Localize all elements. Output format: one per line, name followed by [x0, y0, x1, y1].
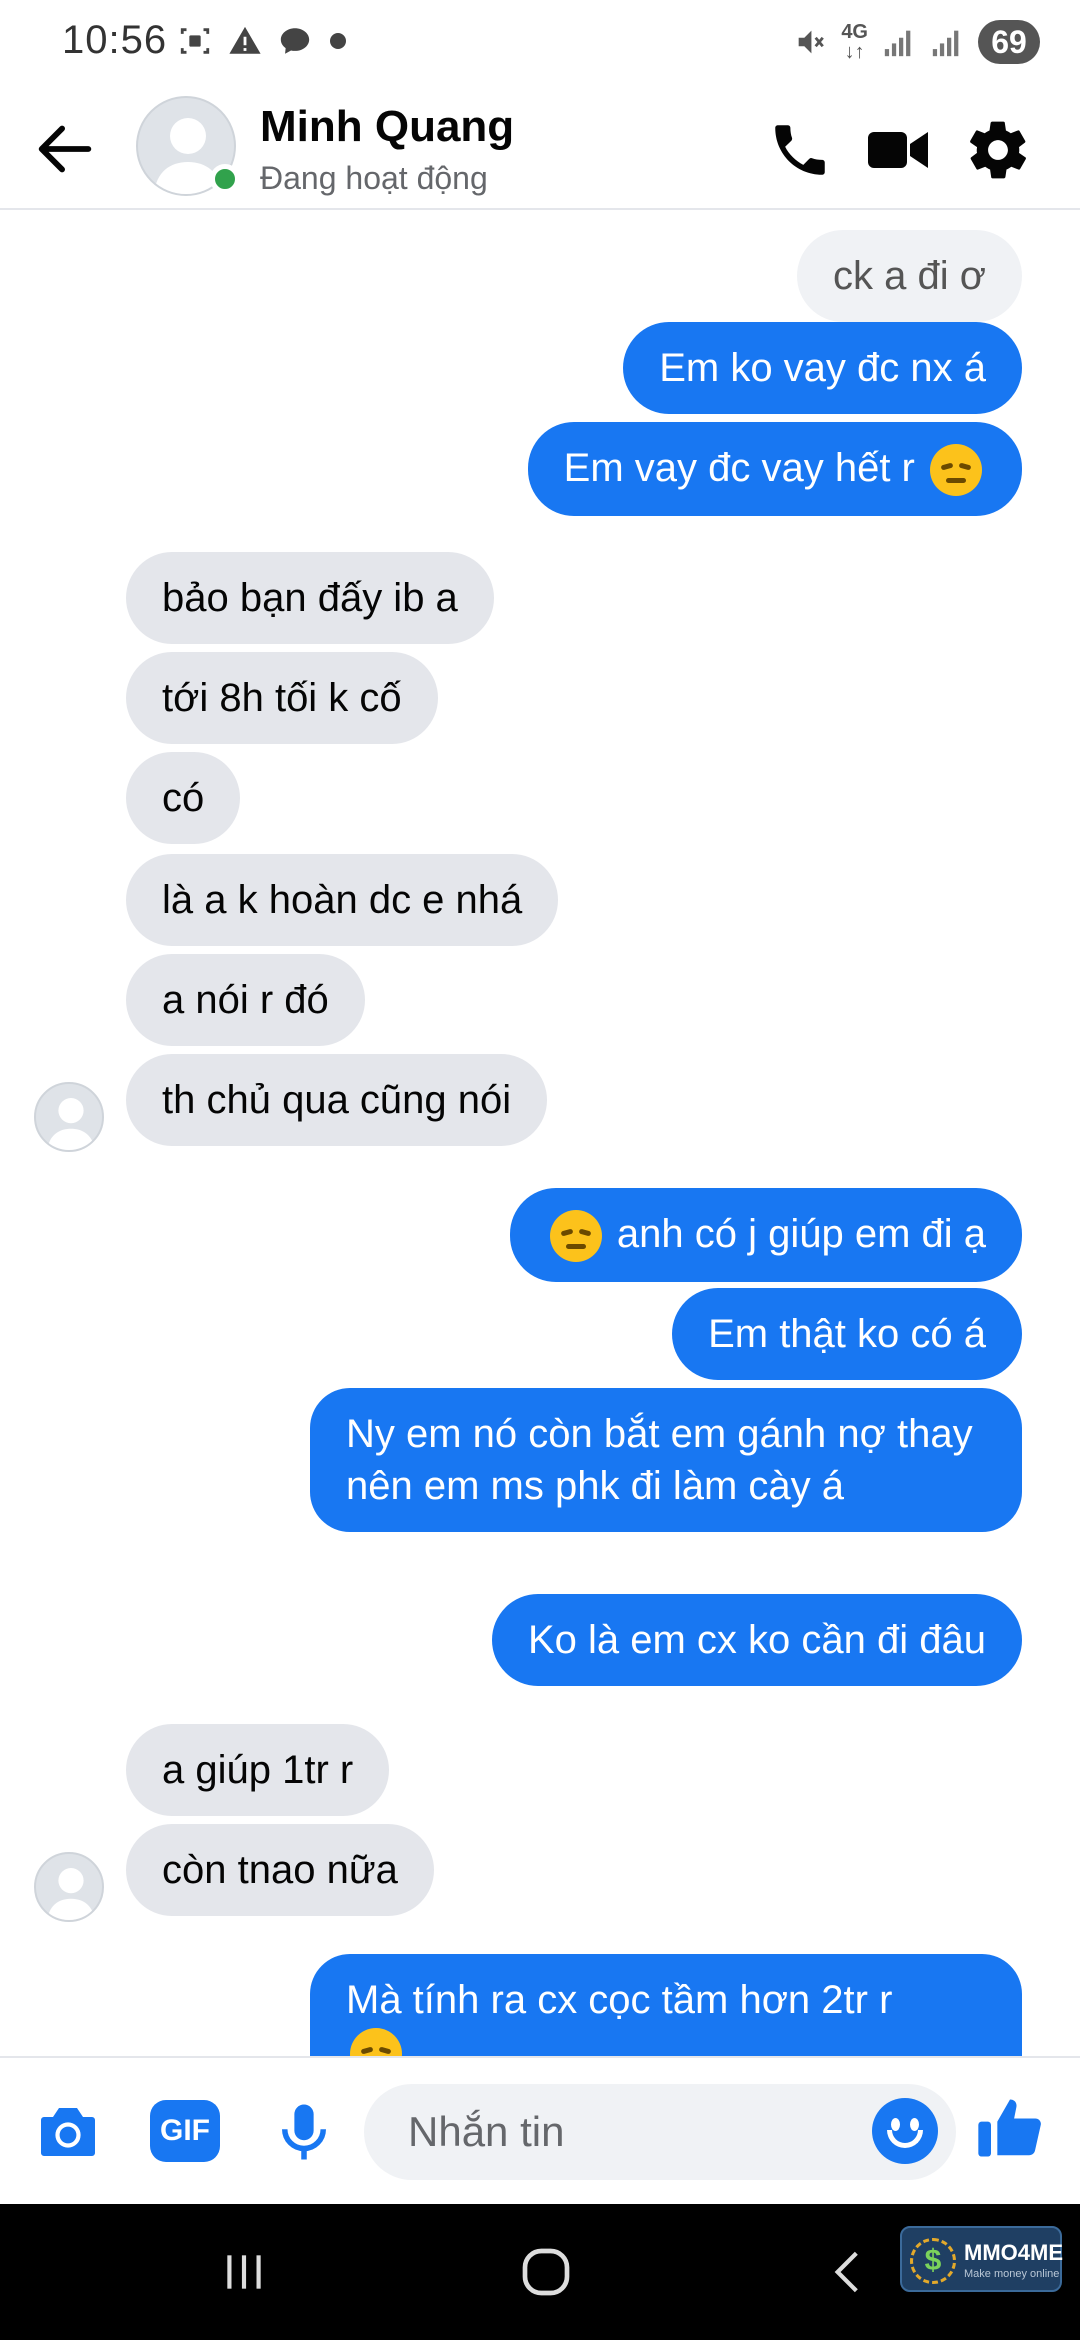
chat-bubble-icon: [280, 28, 310, 54]
back-arrow-icon: [38, 125, 92, 173]
warning-icon: [229, 26, 261, 54]
battery-indicator: 69: [978, 20, 1040, 64]
home-button[interactable]: [506, 2240, 586, 2304]
message-bubble[interactable]: Ko là em cx ko cần đi đâu: [491, 1594, 1022, 1686]
watermark-brand: MMO4ME: [964, 2240, 1063, 2265]
message-bubble[interactable]: bảo bạn đấy ib a: [126, 552, 494, 644]
signal-icon: [884, 30, 911, 57]
message-list[interactable]: ck a đi ơ Em ko vay đc nx á Em vay đc va…: [0, 210, 1080, 2056]
contact-name[interactable]: Minh Quang: [260, 102, 514, 152]
message-bubble[interactable]: còn tnao nữa: [126, 1824, 434, 1916]
back-nav-button[interactable]: [808, 2240, 888, 2304]
message-bubble[interactable]: anh có j giúp em đi ạ: [509, 1188, 1022, 1283]
smile-icon: [887, 2130, 923, 2148]
watermark-logo: $ MMO4ME Make money online: [900, 2226, 1063, 2292]
pensive-face-emoji: [350, 2028, 402, 2056]
pensive-face-emoji: [930, 444, 982, 497]
network-type: 4G ↓↑: [841, 21, 868, 63]
message-bubble[interactable]: a giúp 1tr r: [126, 1724, 390, 1816]
home-icon: [522, 2248, 570, 2296]
presence-status: Đang hoạt động: [260, 160, 488, 196]
message-bubble[interactable]: Mà tính ra cx cọc tầm hơn 2tr r: [310, 1954, 1022, 2056]
thumbs-up-icon: [978, 2099, 1041, 2157]
chat-header: Minh Quang Đang hoạt động: [0, 88, 1080, 210]
message-bubble[interactable]: tới 8h tối k cố: [126, 652, 438, 744]
chevron-left-icon: [834, 2251, 858, 2293]
back-button[interactable]: [30, 114, 100, 184]
voice-call-button[interactable]: [762, 112, 838, 188]
like-button[interactable]: [970, 2088, 1050, 2168]
system-nav-bar: $ MMO4ME Make money online: [0, 2204, 1080, 2340]
sender-avatar[interactable]: [34, 1082, 104, 1152]
message-bubble[interactable]: Em thật ko có á: [672, 1288, 1022, 1380]
camera-icon: [41, 2108, 95, 2156]
message-input[interactable]: [364, 2084, 956, 2180]
recent-apps-button[interactable]: [204, 2240, 284, 2304]
message-bubble[interactable]: ck a đi ơ: [797, 230, 1022, 322]
gear-icon: [970, 121, 1026, 179]
status-bar: 10:56 4G ↓↑ 69: [0, 0, 1080, 88]
emoji-button[interactable]: [872, 2098, 938, 2164]
watermark-tagline: Make money online: [964, 2268, 1060, 2280]
status-time: 10:56: [62, 18, 168, 62]
message-bubble[interactable]: Em vay đc vay hết r: [527, 422, 1022, 517]
recent-apps-icon: [227, 2255, 261, 2289]
message-bubble[interactable]: a nói r đó: [126, 954, 365, 1046]
settings-button[interactable]: [960, 112, 1036, 188]
sender-avatar[interactable]: [34, 1852, 104, 1922]
default-avatar-icon: [47, 1868, 95, 1920]
coin-icon: $: [910, 2238, 956, 2284]
screenshot-icon: [180, 28, 210, 54]
pensive-face-emoji: [549, 1210, 602, 1263]
dot-icon: [330, 33, 346, 49]
camera-button[interactable]: [28, 2092, 108, 2172]
voice-record-button[interactable]: [264, 2092, 344, 2172]
message-bubble[interactable]: Em ko vay đc nx á: [623, 322, 1022, 414]
message-bubble[interactable]: là a k hoàn dc e nhá: [126, 854, 559, 946]
default-avatar-icon: [47, 1098, 95, 1150]
phone-icon: [775, 125, 825, 175]
video-camera-icon: [868, 132, 928, 168]
message-bubble[interactable]: th chủ qua cũng nói: [126, 1054, 548, 1146]
video-call-button[interactable]: [860, 112, 936, 188]
message-bubble[interactable]: có: [126, 752, 241, 844]
message-composer: GIF: [0, 2056, 1080, 2204]
online-indicator: [210, 164, 240, 194]
message-bubble[interactable]: Ny em nó còn bắt em gánh nợ thay nên em …: [310, 1388, 1022, 1532]
mute-icon: [798, 30, 825, 54]
microphone-icon: [282, 2104, 326, 2160]
signal-icon-2: [932, 30, 959, 57]
gif-button[interactable]: GIF: [150, 2100, 220, 2162]
clipped-text-fragment: [660, 210, 1020, 214]
